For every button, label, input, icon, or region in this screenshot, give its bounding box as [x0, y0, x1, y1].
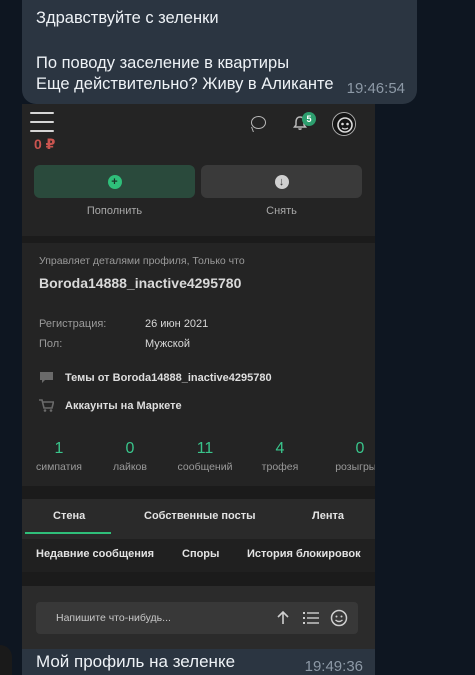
gender-label: Пол:: [39, 338, 63, 350]
stat-value: 0: [355, 440, 365, 457]
notification-badge: 5: [302, 112, 316, 126]
deposit-button[interactable]: +: [34, 165, 195, 198]
withdraw-label: Снять: [266, 205, 297, 217]
registration-value: 26 июн 2021: [145, 318, 209, 330]
stat-messages[interactable]: 11 сообщений: [170, 440, 240, 473]
manages-note: Управляет деталями профиля, Только что: [39, 255, 245, 267]
message-line-1: Здравствуйте с зеленки: [36, 9, 219, 27]
smile-icon[interactable]: [330, 609, 348, 627]
list-icon[interactable]: [302, 609, 320, 627]
active-tab-indicator: [25, 532, 111, 534]
stat-likes[interactable]: 0 лайков: [95, 440, 165, 473]
tab-feed[interactable]: Лента: [312, 510, 344, 522]
primary-tabs: Стена Собственные посты Лента: [22, 499, 375, 539]
stat-value: 4: [275, 440, 285, 457]
stat-value: 11: [196, 440, 214, 457]
divider: [22, 236, 375, 243]
send-icon[interactable]: [274, 609, 292, 627]
stat-label: симпатия: [36, 461, 82, 473]
tab-ban-history[interactable]: История блокировок: [247, 548, 361, 560]
app-header: 5: [22, 104, 375, 140]
composer-area: Напишите что-нибудь...: [22, 586, 375, 649]
menu-icon[interactable]: [30, 112, 54, 132]
message-timestamp: 19:46:54: [346, 80, 405, 97]
stat-trophies[interactable]: 4 трофея: [245, 440, 315, 473]
tab-disputes[interactable]: Споры: [182, 548, 219, 560]
divider: [22, 572, 375, 586]
stat-label: трофея: [261, 461, 299, 473]
incoming-message-bubble: Здравствуйте с зеленки По поводу заселен…: [22, 0, 417, 104]
user-threads-label: Темы от Boroda14888_inactive4295780: [65, 372, 272, 384]
deposit-label: Пополнить: [86, 205, 143, 217]
chat-icon[interactable]: [251, 116, 266, 129]
market-accounts-label: Аккаунты на Маркете: [65, 400, 182, 412]
stat-giveaways[interactable]: 0 розыгрыш: [325, 440, 375, 473]
balance-value: 0 ₽: [34, 136, 56, 152]
comment-icon: [39, 371, 54, 384]
cart-icon: [39, 399, 55, 412]
download-icon: ↓: [274, 174, 289, 189]
tab-own-posts[interactable]: Собственные посты: [144, 510, 256, 522]
withdraw-button[interactable]: ↓: [201, 165, 362, 198]
profile-username: Boroda14888_inactive4295780: [39, 275, 242, 291]
stat-likes-received[interactable]: 1 симпатия: [24, 440, 94, 473]
stat-label: розыгрыш: [335, 461, 375, 473]
tab-wall[interactable]: Стена: [53, 510, 85, 522]
stat-label: сообщений: [177, 461, 233, 473]
divider: [22, 486, 375, 499]
message-line-3: Еще действительно? Живу в Аликанте: [36, 75, 334, 93]
avatar-fragment: [0, 645, 12, 675]
photo-caption: Мой профиль на зеленке: [36, 652, 236, 671]
message-line-2: По поводу заселение в квартиры: [36, 54, 290, 72]
registration-label: Регистрация:: [39, 318, 107, 330]
plus-icon: +: [107, 174, 122, 189]
stat-value: 0: [125, 440, 135, 457]
stat-label: лайков: [113, 461, 147, 473]
caption-timestamp: 19:49:36: [304, 658, 363, 675]
post-input[interactable]: Напишите что-нибудь...: [36, 602, 358, 634]
secondary-tabs: Недавние сообщения Споры История блокиро…: [22, 539, 375, 572]
tab-recent-messages[interactable]: Недавние сообщения: [36, 548, 154, 560]
post-input-placeholder: Напишите что-нибудь...: [56, 612, 171, 624]
stat-value: 1: [54, 440, 64, 457]
avatar[interactable]: [332, 112, 356, 136]
gender-value: Мужской: [145, 338, 190, 350]
photo-caption-bubble: Мой профиль на зеленке 19:49:36: [22, 649, 375, 675]
profile-screenshot[interactable]: 5 0 ₽ + ↓ Пополнить Снять Управляет дета…: [22, 104, 375, 649]
